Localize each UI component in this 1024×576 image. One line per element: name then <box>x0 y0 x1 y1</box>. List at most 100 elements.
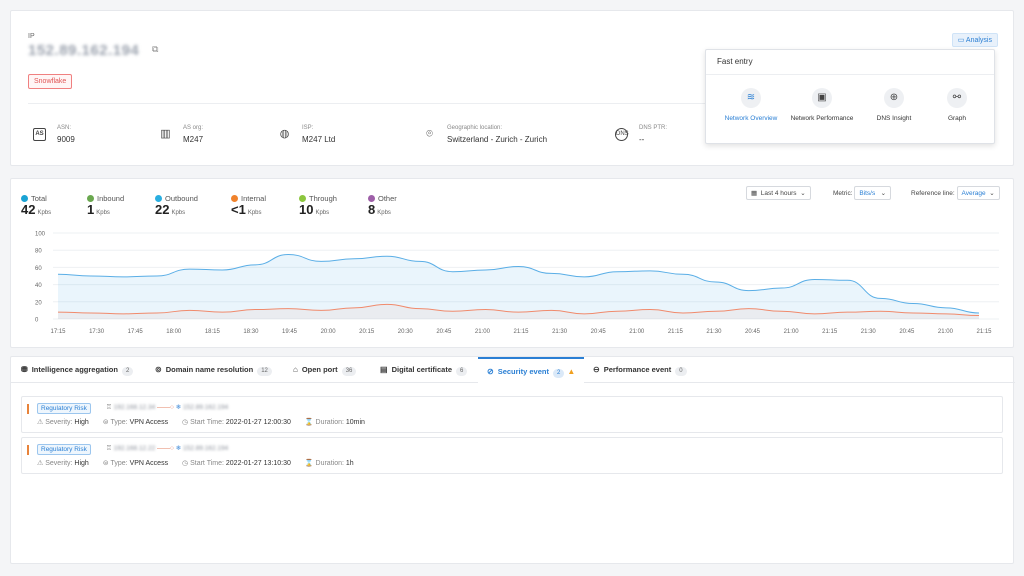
x-tick-label: 17:30 <box>89 329 105 335</box>
x-tick-label: 21:00 <box>475 329 491 335</box>
risk-indicator <box>27 445 29 455</box>
series-area <box>58 254 979 319</box>
y-tick-label: 0 <box>35 318 39 324</box>
info-value: 9009 <box>57 135 75 144</box>
at-icon: ⊚ <box>155 365 162 374</box>
tab-open-port[interactable]: ⌂ Open port 36 <box>293 357 357 383</box>
x-tick-label: 20:30 <box>398 329 414 335</box>
clock-icon: ◷ <box>182 460 189 467</box>
calendar-icon: ▦ <box>751 190 758 197</box>
legend-value: <1 <box>231 202 246 217</box>
x-tick-label: 21:15 <box>513 329 529 335</box>
traffic-chart-card: Total 42 Kpbs Inbound 1 Kpbs Outbound 22 Kp… <box>10 178 1014 348</box>
tab-domain-name-resolution[interactable]: ⊚ Domain name resolution 12 <box>155 357 272 383</box>
x-tick-label: 20:15 <box>359 329 375 335</box>
source-ip: 192.168.12.34 <box>113 404 156 411</box>
source-ip: 192.168.12.22 <box>113 445 156 452</box>
gauge-icon: ⊖ <box>593 365 600 374</box>
x-tick-label: 20:00 <box>321 329 337 335</box>
as-icon: AS <box>33 128 46 141</box>
host-icon: ♖ <box>106 445 112 452</box>
tab-intelligence-aggregation[interactable]: ⛃ Intelligence aggregation 2 <box>21 357 134 383</box>
event-flow: ♖ 192.168.12.22 ——○ ❄ 152.89.162.194 <box>106 444 228 452</box>
x-tick-label: 18:00 <box>166 329 182 335</box>
legend-unit: Kpbs <box>315 210 330 216</box>
monitor-chart-icon: ▣ <box>812 88 832 108</box>
duration-value: 1h <box>345 460 354 467</box>
type-icon: ⊜ <box>102 419 109 426</box>
reference-line-value: Average <box>961 190 986 197</box>
duration-value: 10min <box>345 419 365 426</box>
fast-entry-popover: Fast entry ≋ Network Overview ▣ Network … <box>705 49 995 144</box>
risk-indicator <box>27 404 29 414</box>
x-tick-label: 21:30 <box>861 329 877 335</box>
snowflake-icon: ❄ <box>175 445 182 452</box>
type-value: VPN Access <box>129 460 169 467</box>
legend-total[interactable]: Total 42 Kpbs <box>21 188 51 218</box>
tab-digital-certificate[interactable]: ▤ Digital certificate 6 <box>380 357 468 383</box>
ip-overview-card: IP 152.89.162.194 ⧉ Snowflake AS ASN: 90… <box>10 10 1014 166</box>
fast-entry-dns-insight[interactable]: ⊕ DNS Insight <box>858 88 930 122</box>
legend-through[interactable]: Through 10 Kpbs <box>299 188 337 218</box>
x-tick-label: 21:30 <box>706 329 722 335</box>
dns-icon: DNS <box>615 128 629 141</box>
hourglass-icon: ⌛ <box>304 460 314 467</box>
legend-value: 42 <box>21 202 36 217</box>
legend-value: 1 <box>87 202 95 217</box>
metric-select[interactable]: Bits/s ⌄ <box>854 186 892 200</box>
tab-security-event[interactable]: ⊘ Security event 2 ▲ <box>478 357 585 383</box>
fast-entry-network-overview[interactable]: ≋ Network Overview <box>715 88 787 122</box>
analysis-label: Analysis <box>965 37 992 44</box>
details-tabs: ⛃ Intelligence aggregation 2 ⊚ Domain name … <box>11 357 1015 383</box>
analysis-button[interactable]: ▭ Analysis <box>951 33 998 47</box>
type-icon: ⊜ <box>102 460 109 467</box>
reference-line-label: Reference line: <box>911 190 955 197</box>
security-event-item[interactable]: Regulatory Risk ♖ 192.168.12.34 ——○ ❄ 15… <box>21 396 1003 433</box>
port-icon: ⌂ <box>293 365 298 374</box>
fast-entry-graph[interactable]: ⚯ Graph <box>921 88 993 122</box>
snowflake-icon: ❄ <box>175 404 182 411</box>
legend-unit: Kpbs <box>96 210 110 216</box>
fast-entry-title: Fast entry <box>717 57 753 66</box>
legend-other[interactable]: Other 8 Kpbs <box>368 188 397 218</box>
legend-outbound[interactable]: Outbound 22 Kpbs <box>155 188 198 218</box>
tab-performance-event[interactable]: ⊖ Performance event 0 <box>593 357 687 383</box>
x-tick-label: 21:15 <box>822 329 838 335</box>
chevron-down-icon: ⌄ <box>989 190 995 197</box>
fast-entry-network-performance[interactable]: ▣ Network Performance <box>786 88 858 122</box>
security-event-item[interactable]: Regulatory Risk ♖ 192.168.12.22 ——○ ❄ 15… <box>21 437 1003 474</box>
legend-inbound[interactable]: Inbound 1 Kpbs <box>87 188 124 218</box>
fast-entry-label: Network Overview <box>724 115 778 122</box>
location-pin-icon: ⌾ <box>426 128 433 140</box>
copy-icon[interactable]: ⧉ <box>152 44 162 54</box>
info-label: ISP: <box>302 125 314 131</box>
time-range-value: Last 4 hours <box>760 190 797 197</box>
traffic-area-chart[interactable]: 0 20 40 60 80 100 17:15 17:30 17:45 18:00 18:15 18:… <box>11 223 1013 347</box>
x-tick-label: 17:15 <box>50 329 66 335</box>
time-range-select[interactable]: ▦ Last 4 hours ⌄ <box>746 186 811 200</box>
severity-value: High <box>74 419 89 426</box>
fast-entry-label: Graph <box>947 115 967 122</box>
globe-icon: ◍ <box>279 128 290 140</box>
event-flow: ♖ 192.168.12.34 ——○ ❄ 152.89.162.194 <box>106 403 228 411</box>
y-tick-label: 20 <box>35 300 42 306</box>
legend-internal[interactable]: Internal <1 Kpbs <box>231 188 266 218</box>
alert-icon: ⚠ <box>37 419 44 426</box>
details-card: ⛃ Intelligence aggregation 2 ⊚ Domain name … <box>10 356 1015 564</box>
arrow-icon: ——○ <box>157 404 174 411</box>
graph-nodes-icon: ⚯ <box>947 88 967 108</box>
tab-count: 2 <box>552 369 565 378</box>
x-tick-label: 20:45 <box>436 329 452 335</box>
legend-unit: Kpbs <box>377 210 391 216</box>
fast-entry-label: Network Performance <box>790 115 854 122</box>
reference-line-control: Reference line: Average ⌄ <box>911 186 1000 200</box>
info-label: ASN: <box>57 125 72 131</box>
x-tick-label: 20:45 <box>591 329 607 335</box>
tab-count: 36 <box>341 367 357 376</box>
info-value: M247 <box>183 135 204 144</box>
database-icon: ⛃ <box>21 365 28 374</box>
tag-badge: Snowflake <box>28 74 73 89</box>
reference-line-select[interactable]: Average ⌄ <box>956 186 1000 200</box>
tab-label: Performance event <box>603 365 672 374</box>
certificate-icon: ▤ <box>380 365 388 374</box>
